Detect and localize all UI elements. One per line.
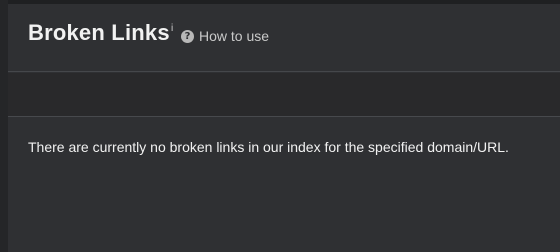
question-circle-icon: ? (181, 29, 194, 43)
panel-header: Broken Links i ? How to use (8, 4, 560, 72)
how-to-use-label: How to use (199, 28, 270, 44)
page-title: Broken Links (28, 20, 170, 45)
results-content: There are currently no broken links in o… (8, 118, 560, 252)
empty-state-message: There are currently no broken links in o… (28, 139, 509, 155)
info-marker[interactable]: i (171, 23, 173, 34)
left-border (0, 0, 8, 252)
how-to-use-link[interactable]: ? How to use (181, 28, 269, 44)
toolbar-band (8, 73, 560, 117)
broken-links-panel: Broken Links i ? How to use There are cu… (0, 0, 560, 252)
